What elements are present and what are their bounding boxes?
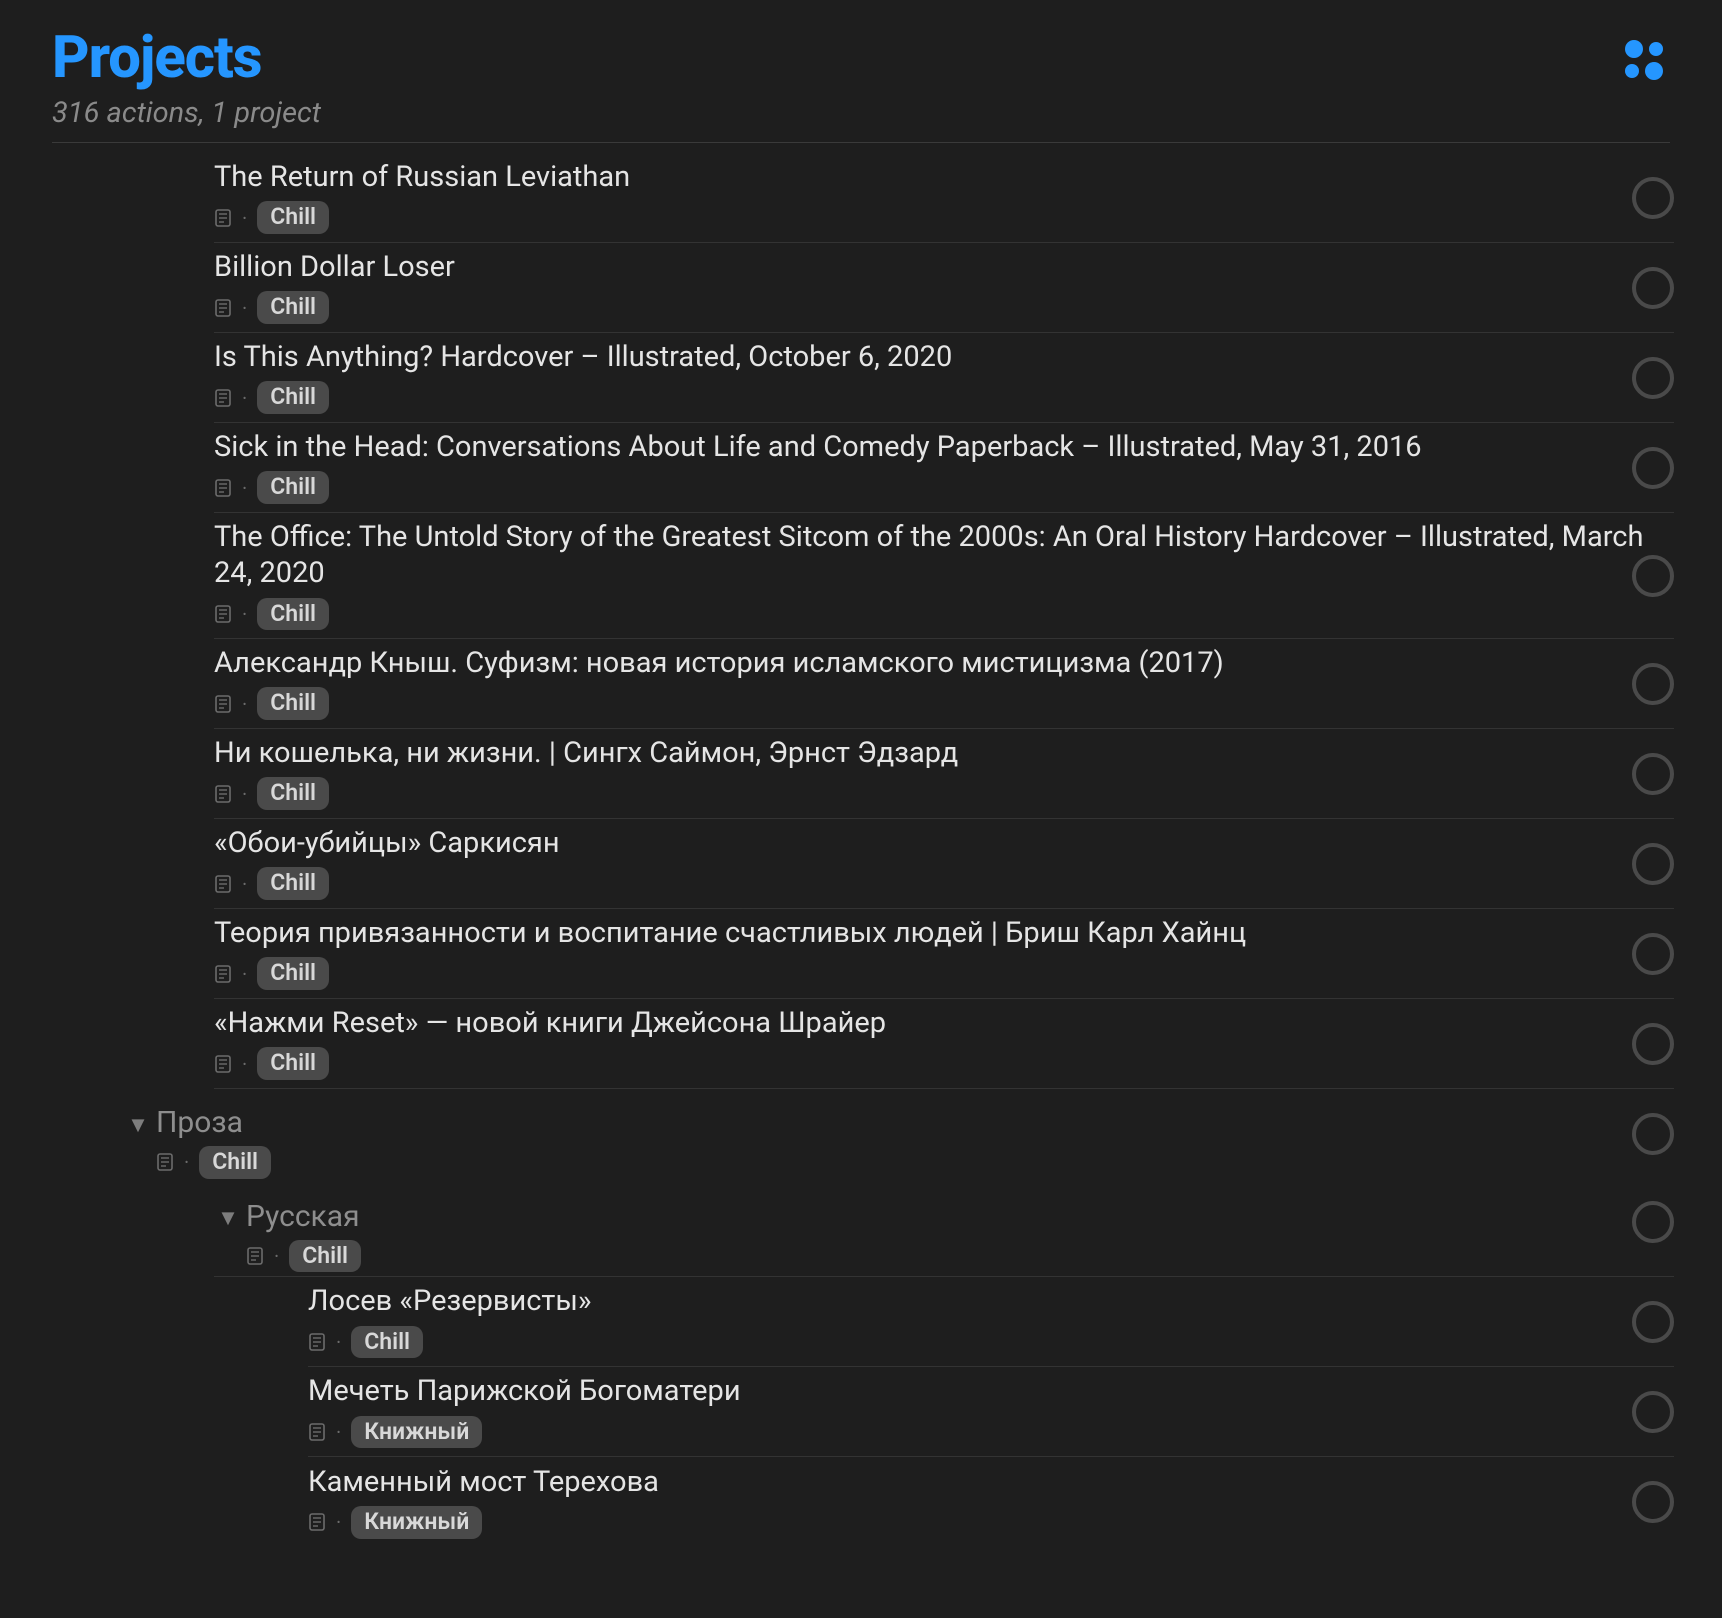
- task-row[interactable]: Is This Anything? Hardcover – Illustrate…: [214, 333, 1674, 423]
- status-circle[interactable]: [1632, 663, 1674, 705]
- task-row[interactable]: Мечеть Парижской Богоматери · Книжный: [308, 1367, 1674, 1457]
- tag-chill[interactable]: Chill: [257, 291, 329, 324]
- tag-chill[interactable]: Chill: [257, 201, 329, 234]
- tag-chill[interactable]: Chill: [257, 598, 329, 631]
- task-title: Каменный мост Терехова: [308, 1464, 1654, 1500]
- page-subtitle: 316 actions, 1 project: [52, 96, 1670, 130]
- meta-separator: ·: [242, 206, 247, 230]
- status-circle[interactable]: [1632, 1481, 1674, 1523]
- tag-chill[interactable]: Chill: [351, 1326, 423, 1359]
- meta-separator: ·: [184, 1150, 189, 1174]
- task-title: «Обои-убийцы» Саркисян: [214, 825, 1654, 861]
- tag-chill[interactable]: Chill: [257, 687, 329, 720]
- status-circle[interactable]: [1632, 555, 1674, 597]
- task-row[interactable]: Лосев «Резервисты» · Chill: [308, 1277, 1674, 1367]
- meta-separator: ·: [242, 386, 247, 410]
- note-icon: [214, 478, 232, 498]
- task-row[interactable]: The Office: The Untold Story of the Grea…: [214, 513, 1674, 639]
- status-circle[interactable]: [1632, 267, 1674, 309]
- meta-separator: ·: [242, 692, 247, 716]
- task-title: Лосев «Резервисты»: [308, 1283, 1654, 1319]
- meta-separator: ·: [274, 1244, 279, 1268]
- task-title: Теория привязанности и воспитание счастл…: [214, 915, 1654, 951]
- tag-chill[interactable]: Chill: [199, 1146, 271, 1179]
- disclosure-triangle-icon[interactable]: ▼: [124, 1112, 152, 1138]
- task-title: Александр Кныш. Суфизм: новая история ис…: [214, 645, 1654, 681]
- tag-knizhny[interactable]: Книжный: [351, 1416, 482, 1449]
- status-circle[interactable]: [1632, 843, 1674, 885]
- tag-chill[interactable]: Chill: [257, 867, 329, 900]
- tag-chill[interactable]: Chill: [257, 471, 329, 504]
- meta-separator: ·: [242, 872, 247, 896]
- status-circle[interactable]: [1632, 1301, 1674, 1343]
- task-title: Billion Dollar Loser: [214, 249, 1654, 285]
- meta-separator: ·: [242, 476, 247, 500]
- page-title: Projects: [52, 24, 1670, 92]
- note-icon: [214, 874, 232, 894]
- note-icon: [214, 784, 232, 804]
- task-list: The Return of Russian Leviathan · Chill …: [0, 153, 1722, 1547]
- tag-knizhny[interactable]: Книжный: [351, 1506, 482, 1539]
- tag-chill[interactable]: Chill: [257, 1047, 329, 1080]
- task-title: «Нажми Reset» — новой книги Джейсона Шра…: [214, 1005, 1654, 1041]
- group-title: Проза: [156, 1105, 243, 1140]
- tag-chill[interactable]: Chill: [257, 957, 329, 990]
- note-icon: [214, 964, 232, 984]
- meta-separator: ·: [242, 1052, 247, 1076]
- task-title: Is This Anything? Hardcover – Illustrate…: [214, 339, 1654, 375]
- task-row[interactable]: The Return of Russian Leviathan · Chill: [214, 153, 1674, 243]
- status-circle[interactable]: [1632, 357, 1674, 399]
- disclosure-triangle-icon[interactable]: ▼: [214, 1205, 242, 1231]
- group-title: Русская: [246, 1199, 360, 1234]
- task-title: The Office: The Untold Story of the Grea…: [214, 519, 1654, 592]
- task-row[interactable]: Теория привязанности и воспитание счастл…: [214, 909, 1674, 999]
- header-divider: [52, 142, 1670, 143]
- note-icon: [214, 388, 232, 408]
- meta-separator: ·: [242, 782, 247, 806]
- header: Projects 316 actions, 1 project: [0, 0, 1722, 153]
- status-circle[interactable]: [1632, 753, 1674, 795]
- status-circle[interactable]: [1632, 1391, 1674, 1433]
- task-row[interactable]: «Обои-убийцы» Саркисян · Chill: [214, 819, 1674, 909]
- task-title: Sick in the Head: Conversations About Li…: [214, 429, 1654, 465]
- tag-chill[interactable]: Chill: [257, 381, 329, 414]
- task-row[interactable]: Александр Кныш. Суфизм: новая история ис…: [214, 639, 1674, 729]
- note-icon: [214, 208, 232, 228]
- status-circle[interactable]: [1632, 1113, 1674, 1155]
- task-row[interactable]: Billion Dollar Loser · Chill: [214, 243, 1674, 333]
- task-title: Ни кошелька, ни жизни. | Сингх Саймон, Э…: [214, 735, 1654, 771]
- meta-separator: ·: [242, 296, 247, 320]
- note-icon: [214, 1054, 232, 1074]
- meta-separator: ·: [336, 1330, 341, 1354]
- note-icon: [156, 1152, 174, 1172]
- meta-separator: ·: [336, 1420, 341, 1444]
- view-options-icon[interactable]: [1620, 36, 1668, 84]
- meta-separator: ·: [242, 962, 247, 986]
- status-circle[interactable]: [1632, 1023, 1674, 1065]
- task-title: The Return of Russian Leviathan: [214, 159, 1654, 195]
- note-icon: [308, 1422, 326, 1442]
- tag-chill[interactable]: Chill: [257, 777, 329, 810]
- note-icon: [308, 1332, 326, 1352]
- group-proza[interactable]: ▼ Проза · Chill: [124, 1089, 1674, 1183]
- tag-chill[interactable]: Chill: [289, 1240, 361, 1273]
- meta-separator: ·: [242, 602, 247, 626]
- status-circle[interactable]: [1632, 177, 1674, 219]
- note-icon: [246, 1246, 264, 1266]
- note-icon: [214, 298, 232, 318]
- group-russkaya[interactable]: ▼ Русская · Chill: [214, 1183, 1674, 1278]
- status-circle[interactable]: [1632, 447, 1674, 489]
- status-circle[interactable]: [1632, 1201, 1674, 1243]
- note-icon: [308, 1512, 326, 1532]
- task-row[interactable]: Каменный мост Терехова · Книжный: [308, 1457, 1674, 1547]
- note-icon: [214, 604, 232, 624]
- task-row[interactable]: Ни кошелька, ни жизни. | Сингх Саймон, Э…: [214, 729, 1674, 819]
- task-row[interactable]: «Нажми Reset» — новой книги Джейсона Шра…: [214, 999, 1674, 1089]
- meta-separator: ·: [336, 1510, 341, 1534]
- note-icon: [214, 694, 232, 714]
- task-title: Мечеть Парижской Богоматери: [308, 1373, 1654, 1409]
- task-row[interactable]: Sick in the Head: Conversations About Li…: [214, 423, 1674, 513]
- status-circle[interactable]: [1632, 933, 1674, 975]
